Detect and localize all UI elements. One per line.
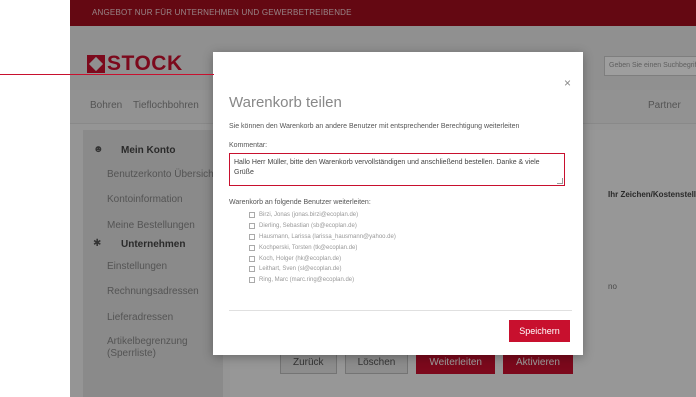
user-option[interactable]: Kochperski, Torsten (tk@ecoplan.de)	[249, 242, 396, 253]
user-label: Koch, Holger (hk@ecoplan.de)	[259, 255, 342, 262]
user-label: Kochperski, Torsten (tk@ecoplan.de)	[259, 244, 358, 251]
comment-field[interactable]: Hallo Herr Müller, bitte den Warenkorb v…	[229, 153, 565, 186]
user-list: Birzi, Jonas (jonas.birzi@ecoplan.de) Di…	[249, 210, 396, 286]
user-option[interactable]: Hausmann, Larissa (larissa_hausmann@yaho…	[249, 232, 396, 243]
comment-label: Kommentar:	[229, 142, 268, 149]
share-cart-dialog: × Warenkorb teilen Sie können den Warenk…	[213, 52, 583, 355]
user-option[interactable]: Birzi, Jonas (jonas.birzi@ecoplan.de)	[249, 210, 396, 221]
dialog-divider	[229, 310, 572, 311]
save-button[interactable]: Speichern	[509, 320, 570, 342]
user-label: Leithart, Sven (sl@ecoplan.de)	[259, 266, 342, 273]
dialog-title: Warenkorb teilen	[229, 94, 342, 111]
user-option[interactable]: Dierling, Sebastian (sb@ecoplan.de)	[249, 221, 396, 232]
dialog-description: Sie können den Warenkorb an andere Benut…	[229, 123, 520, 130]
close-icon[interactable]: ×	[564, 76, 571, 90]
checkbox-icon[interactable]	[249, 223, 255, 230]
user-option[interactable]: Koch, Holger (hk@ecoplan.de)	[249, 253, 396, 264]
checkbox-icon[interactable]	[249, 244, 255, 251]
checkbox-icon[interactable]	[249, 266, 255, 273]
forward-users-label: Warenkorb an folgende Benutzer weiterlei…	[229, 199, 371, 206]
user-label: Birzi, Jonas (jonas.birzi@ecoplan.de)	[259, 212, 359, 219]
callout-line	[0, 74, 214, 75]
user-label: Ring, Marc (marc.ring@ecoplan.de)	[259, 277, 355, 284]
resize-grip-icon[interactable]	[557, 178, 563, 184]
checkbox-icon[interactable]	[249, 277, 255, 284]
screenshot-frame: ANGEBOT NUR FÜR UNTERNEHMEN UND GEWERBET…	[70, 0, 696, 397]
checkbox-icon[interactable]	[249, 212, 255, 219]
checkbox-icon[interactable]	[249, 255, 255, 262]
checkbox-icon[interactable]	[249, 233, 255, 240]
user-label: Dierling, Sebastian (sb@ecoplan.de)	[259, 223, 357, 230]
user-option[interactable]: Leithart, Sven (sl@ecoplan.de)	[249, 264, 396, 275]
user-label: Hausmann, Larissa (larissa_hausmann@yaho…	[259, 233, 396, 240]
user-option[interactable]: Ring, Marc (marc.ring@ecoplan.de)	[249, 275, 396, 286]
